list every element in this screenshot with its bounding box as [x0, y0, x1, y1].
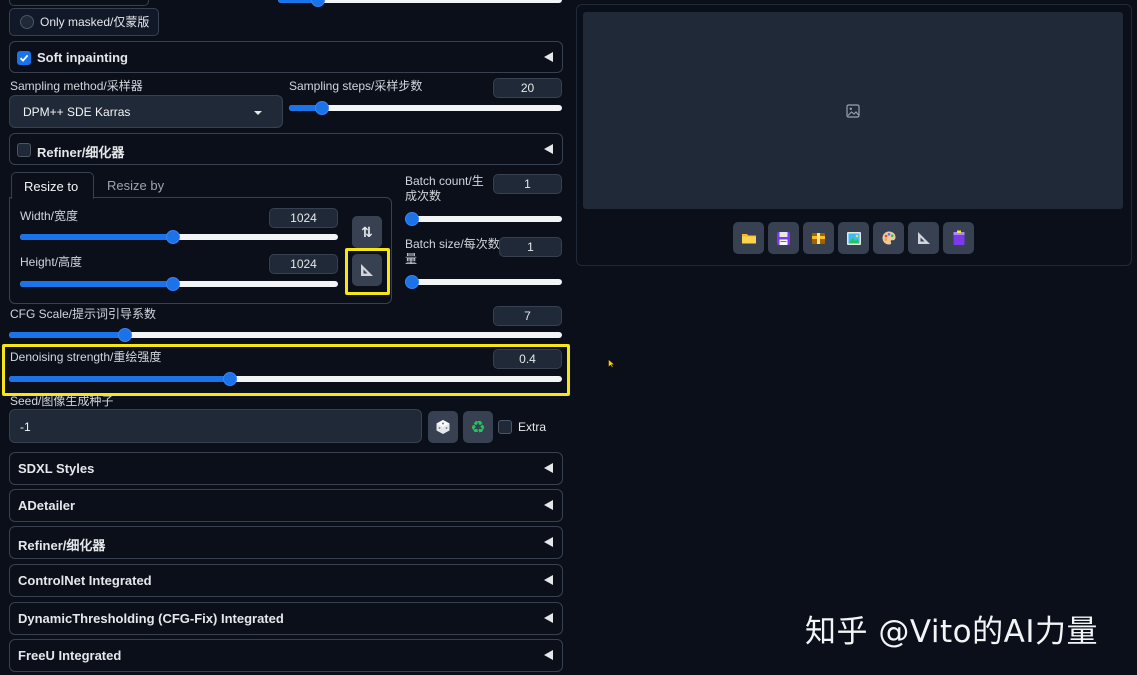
extras-icon [953, 230, 964, 245]
freeu-accordion[interactable]: FreeU Integrated [9, 639, 563, 672]
output-image-area[interactable] [583, 12, 1123, 209]
denoising-strength-slider[interactable] [9, 372, 562, 386]
random-seed-button[interactable] [428, 411, 458, 443]
send-to-extras-ruler-button[interactable] [908, 222, 939, 254]
tab-resize-to-label: Resize to [24, 179, 79, 194]
collapse-caret-icon [544, 650, 553, 660]
sampling-method-value: DPM++ SDE Karras [23, 105, 131, 119]
controlnet-accordion[interactable]: ControlNet Integrated [9, 564, 563, 597]
seed-input[interactable]: -1 [9, 409, 422, 443]
mouse-cursor-icon [608, 359, 615, 368]
swap-dimensions-button[interactable]: ⇅ [352, 216, 382, 248]
collapse-caret-icon [544, 537, 553, 547]
collapse-caret-icon [544, 500, 553, 510]
refiner-accordion-top[interactable]: Refiner/细化器 [9, 133, 563, 165]
width-input[interactable]: 1024 [269, 208, 338, 228]
zip-button[interactable] [803, 222, 834, 254]
height-slider[interactable] [20, 277, 338, 291]
accordion-label: FreeU Integrated [18, 648, 122, 663]
sampling-method-label: Sampling method/采样器 [10, 79, 143, 93]
refiner-accordion[interactable]: Refiner/细化器 [9, 526, 563, 559]
collapse-caret-icon [544, 613, 553, 623]
height-label: Height/高度 [20, 255, 83, 269]
denoising-strength-label: Denoising strength/重绘强度 [10, 350, 162, 364]
width-label: Width/宽度 [20, 209, 79, 223]
triangle-ruler-icon [917, 232, 930, 244]
watermark-text: 知乎 @Vito的AI力量 [805, 614, 1098, 650]
dynamic-thresholding-accordion[interactable]: DynamicThresholding (CFG-Fix) Integrated [9, 602, 563, 635]
sampling-steps-label: Sampling steps/采样步数 [289, 79, 423, 93]
send-to-img2img-icon [846, 231, 861, 245]
refiner-label: Refiner/细化器 [37, 145, 125, 160]
batch-size-slider[interactable] [405, 275, 562, 289]
reuse-seed-button[interactable]: ♻ [463, 411, 493, 443]
extra-seed-checkbox[interactable] [498, 420, 512, 434]
accordion-label: SDXL Styles [18, 461, 95, 476]
accordion-label: ControlNet Integrated [18, 573, 152, 588]
only-masked-radio[interactable] [20, 15, 34, 29]
sdxl-styles-accordion[interactable]: SDXL Styles [9, 452, 563, 485]
aspect-ratio-button[interactable] [352, 254, 382, 286]
accordion-label: ADetailer [18, 498, 76, 513]
soft-inpainting-accordion[interactable]: Soft inpainting [9, 41, 563, 73]
seed-value: -1 [20, 420, 31, 434]
refiner-checkbox[interactable] [17, 143, 31, 157]
folder-icon [741, 234, 756, 244]
dropdown-arrow-icon [254, 111, 262, 115]
send-to-img2img-button[interactable] [838, 222, 869, 254]
recycle-icon: ♻ [470, 417, 486, 437]
send-to-inpaint-button[interactable] [873, 222, 904, 254]
accordion-label: Refiner/细化器 [18, 538, 106, 553]
open-folder-button[interactable] [733, 222, 764, 254]
accordion-label: DynamicThresholding (CFG-Fix) Integrated [18, 611, 284, 626]
dice-icon [436, 420, 450, 434]
batch-count-input[interactable]: 1 [493, 174, 562, 194]
save-button[interactable] [768, 222, 799, 254]
palette-icon [882, 231, 895, 245]
tab-resize-to[interactable]: Resize to [11, 172, 94, 199]
zip-icon [812, 232, 825, 244]
triangle-ruler-icon [361, 264, 373, 276]
soft-inpainting-label: Soft inpainting [37, 50, 128, 65]
image-icon [846, 104, 860, 118]
width-slider[interactable] [20, 230, 338, 244]
batch-size-input[interactable]: 1 [499, 237, 562, 257]
tab-resize-by[interactable]: Resize by [95, 172, 185, 198]
tab-resize-by-label: Resize by [107, 178, 165, 193]
extra-seed-label: Extra [518, 420, 547, 434]
cfg-scale-label: CFG Scale/提示词引导系数 [10, 307, 157, 321]
send-to-extras-button[interactable] [943, 222, 974, 254]
top-cutoff-panel [9, 0, 149, 6]
collapse-caret-icon [544, 463, 553, 473]
denoising-strength-input[interactable]: 0.4 [493, 349, 562, 369]
cfg-scale-slider[interactable] [9, 328, 562, 342]
collapse-caret-icon [544, 52, 553, 62]
height-input[interactable]: 1024 [269, 254, 338, 274]
sampling-steps-input[interactable]: 20 [493, 78, 562, 98]
save-icon [777, 231, 790, 245]
cfg-scale-input[interactable]: 7 [493, 306, 562, 326]
collapse-caret-icon [544, 144, 553, 154]
sampling-steps-slider[interactable] [289, 101, 562, 115]
batch-count-label: Batch count/生成次数 [405, 174, 484, 203]
batch-count-slider[interactable] [405, 212, 562, 226]
seed-label: Seed/图像生成种子 [10, 394, 114, 408]
only-masked-label: Only masked/仅蒙版 [40, 15, 150, 29]
sampling-method-dropdown[interactable]: DPM++ SDE Karras [9, 95, 283, 128]
batch-size-label: Batch size/每次数量 [405, 237, 500, 266]
collapse-caret-icon [544, 575, 553, 585]
soft-inpainting-checkbox[interactable] [17, 51, 31, 65]
swap-arrows-icon: ⇅ [361, 224, 373, 240]
top-cutoff-slider[interactable] [278, 0, 562, 7]
adetailer-accordion[interactable]: ADetailer [9, 489, 563, 522]
